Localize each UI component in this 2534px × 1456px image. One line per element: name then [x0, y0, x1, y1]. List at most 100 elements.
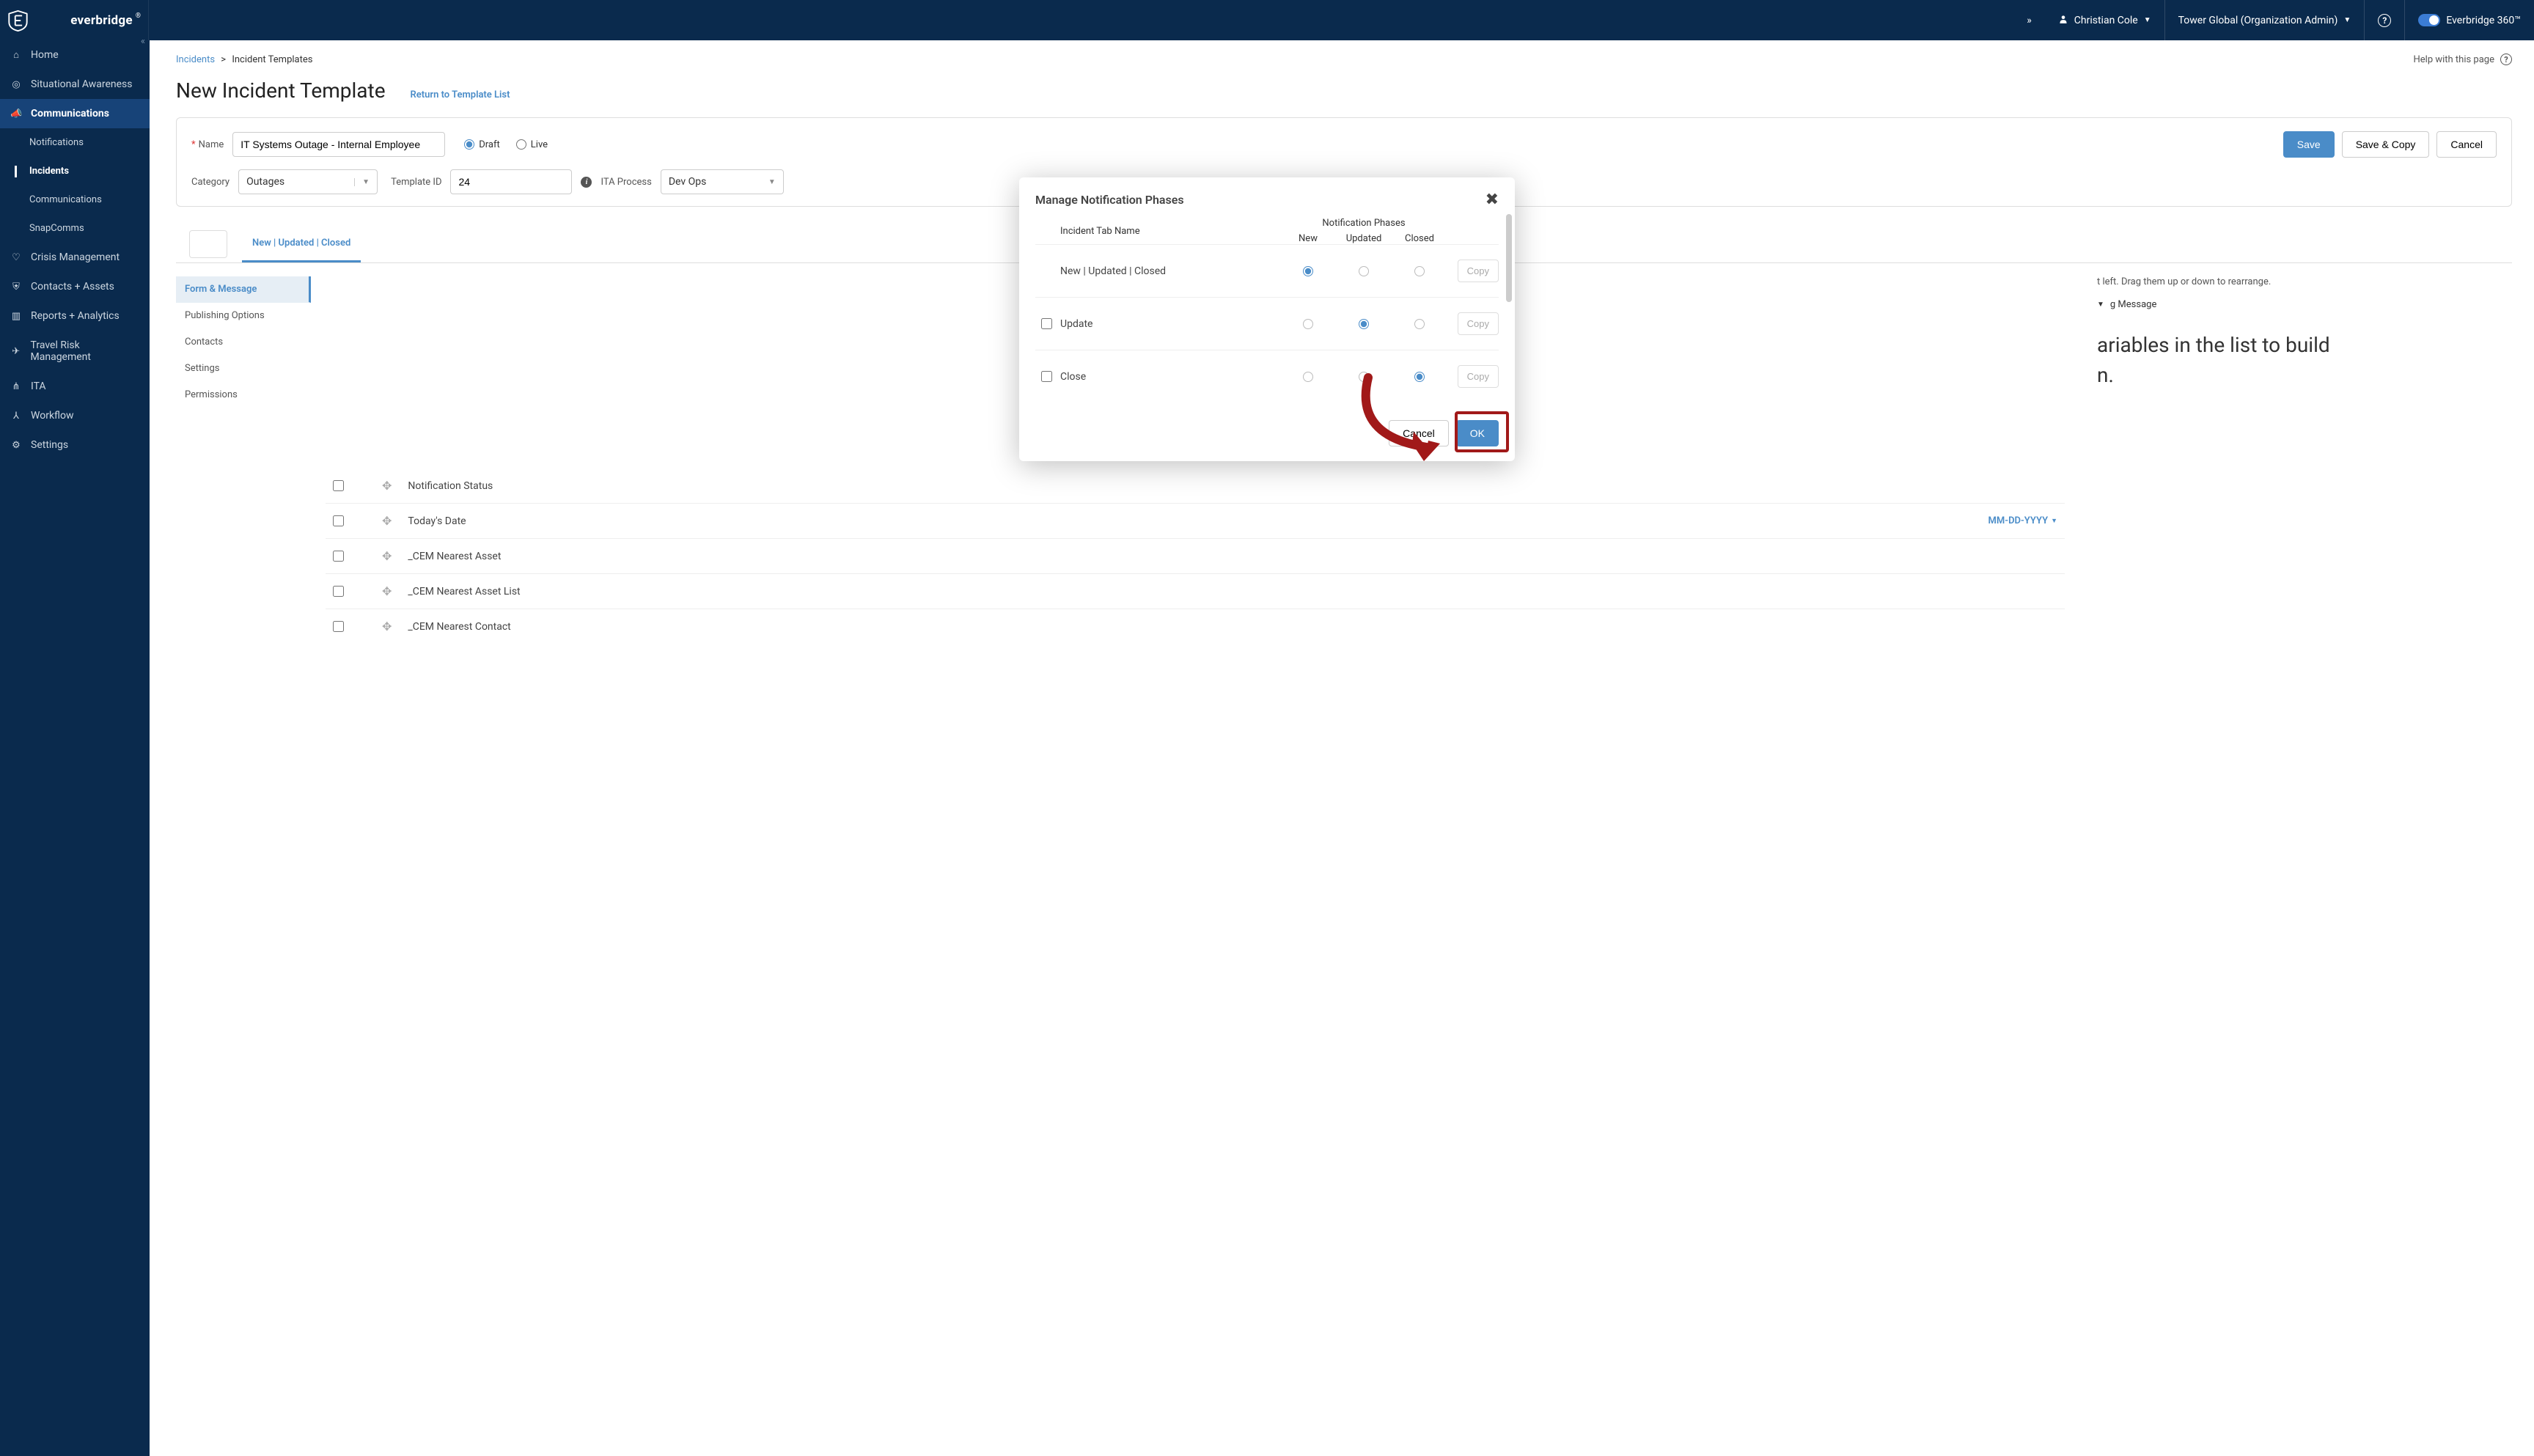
phase-closed-radio[interactable] — [1414, 319, 1425, 329]
nav-situational-awareness[interactable]: ◎Situational Awareness — [0, 70, 150, 99]
category-select[interactable]: Outages ▼ — [238, 169, 378, 194]
live-radio-input[interactable] — [516, 139, 526, 150]
save-button[interactable]: Save — [2283, 131, 2335, 158]
save-copy-button[interactable]: Save & Copy — [2342, 131, 2430, 158]
section-contacts[interactable]: Contacts — [176, 329, 311, 356]
user-icon — [2058, 14, 2068, 27]
page-title: New Incident Template — [176, 78, 386, 103]
modal-ok-button[interactable]: OK — [1456, 420, 1499, 446]
variable-checkbox[interactable] — [333, 480, 344, 491]
section-publishing[interactable]: Publishing Options — [176, 303, 311, 329]
nav-label: SnapComms — [29, 223, 84, 234]
page-title-row: New Incident Template Return to Template… — [176, 78, 2512, 103]
phase-updated-radio[interactable] — [1359, 266, 1369, 276]
section-form-message[interactable]: Form & Message — [176, 276, 311, 303]
section-settings[interactable]: Settings — [176, 356, 311, 382]
phase-updated-radio[interactable] — [1359, 372, 1369, 382]
drag-handle-icon[interactable]: ✥ — [382, 549, 392, 563]
breadcrumb: Incidents > Incident Templates — [176, 54, 312, 65]
phase-new-radio[interactable] — [1303, 266, 1313, 276]
ita-select[interactable]: Dev Ops ▼ — [661, 169, 784, 194]
cancel-button[interactable]: Cancel — [2436, 131, 2497, 158]
home-icon: ⌂ — [10, 49, 22, 61]
modal-title: Manage Notification Phases — [1035, 193, 1184, 207]
chevron-down-icon: ▼ — [2097, 301, 2104, 309]
nav-sub-communications[interactable]: Communications — [0, 185, 150, 214]
phase-row-checkbox[interactable] — [1041, 371, 1052, 382]
variable-checkbox[interactable] — [333, 515, 344, 526]
modal-close-button[interactable]: ✖ — [1485, 191, 1499, 209]
help-icon: ? — [2378, 14, 2391, 27]
suite-toggle-area: Everbridge 360™ — [2404, 0, 2534, 40]
help-icon: ? — [2500, 54, 2512, 65]
drag-handle-icon[interactable]: ✥ — [382, 514, 392, 528]
nav-home[interactable]: ⌂Home — [0, 40, 150, 70]
section-permissions[interactable]: Permissions — [176, 382, 311, 408]
user-menu[interactable]: Christian Cole ▼ — [2045, 0, 2164, 40]
variable-checkbox[interactable] — [333, 621, 344, 632]
nav-label: Communications — [29, 194, 102, 205]
nav-snapcomms[interactable]: SnapComms — [0, 214, 150, 243]
chevron-down-icon: ▼ — [768, 178, 776, 186]
phase-row: Update Copy — [1035, 297, 1499, 350]
tab-widget-button[interactable] — [189, 230, 227, 258]
copy-button[interactable]: Copy — [1458, 365, 1499, 388]
phase-updated-radio[interactable] — [1359, 319, 1369, 329]
drag-handle-icon[interactable]: ✥ — [382, 479, 392, 493]
help-with-page[interactable]: Help with this page ? — [2414, 54, 2513, 65]
nav-communications[interactable]: 📣Communications — [0, 99, 150, 128]
target-icon: ◎ — [10, 79, 22, 90]
breadcrumb-root[interactable]: Incidents — [176, 54, 215, 65]
name-input[interactable] — [232, 132, 445, 157]
brand-reg: ® — [136, 12, 141, 20]
nav-label: Workflow — [31, 410, 74, 422]
nav-settings[interactable]: ⚙Settings — [0, 430, 150, 460]
draft-radio-input[interactable] — [464, 139, 474, 150]
sidebar-collapse-button[interactable]: « — [141, 36, 145, 47]
chevron-down-icon: ▼ — [2144, 16, 2151, 24]
nav-notifications[interactable]: Notifications — [0, 128, 150, 157]
live-radio[interactable]: Live — [516, 139, 548, 150]
phase-new-radio[interactable] — [1303, 372, 1313, 382]
draft-radio[interactable]: Draft — [464, 139, 500, 150]
category-label: Category — [191, 177, 229, 188]
nav-travel-risk[interactable]: ✈Travel Risk Management — [0, 331, 150, 372]
topbar-expand-button[interactable]: » — [2027, 0, 2045, 40]
topbar-right: » Christian Cole ▼ Tower Global (Organiz… — [2027, 0, 2534, 40]
status-radio-group: Draft Live — [464, 139, 548, 150]
info-icon[interactable]: i — [581, 177, 592, 188]
rearrange-hint: t left. Drag them up or down to rearrang… — [2097, 276, 2512, 287]
help-button[interactable]: ? — [2364, 0, 2404, 40]
message-builder-panel: t left. Drag them up or down to rearrang… — [2079, 263, 2512, 644]
modal-footer: Cancel OK — [1019, 410, 1515, 461]
chevron-down-icon: ▼ — [2343, 16, 2351, 24]
nav-workflow[interactable]: ⅄Workflow — [0, 401, 150, 430]
nav-crisis-management[interactable]: ♡Crisis Management — [0, 243, 150, 272]
variable-checkbox[interactable] — [333, 586, 344, 597]
phase-new-radio[interactable] — [1303, 319, 1313, 329]
org-menu[interactable]: Tower Global (Organization Admin) ▼ — [2164, 0, 2365, 40]
drag-handle-icon[interactable]: ✥ — [382, 619, 392, 633]
variable-checkbox[interactable] — [333, 551, 344, 562]
tab-phase[interactable]: New | Updated | Closed — [242, 229, 361, 262]
date-format-dropdown[interactable]: MM-DD-YYYY ▼ — [1988, 515, 2057, 526]
barchart-icon: ▥ — [10, 311, 22, 322]
theme-toggle[interactable] — [2418, 14, 2440, 26]
manage-phases-modal: Manage Notification Phases ✖ Incident Ta… — [1019, 177, 1515, 461]
return-link[interactable]: Return to Template List — [411, 89, 510, 100]
nav-reports-analytics[interactable]: ▥Reports + Analytics — [0, 301, 150, 331]
modal-scrollbar[interactable] — [1505, 214, 1513, 417]
copy-button[interactable]: Copy — [1458, 312, 1499, 335]
nav-ita[interactable]: ⋔ITA — [0, 372, 150, 401]
phase-row-checkbox[interactable] — [1041, 318, 1052, 329]
phase-closed-radio[interactable] — [1414, 372, 1425, 382]
drag-handle-icon[interactable]: ✥ — [382, 584, 392, 598]
template-id-input[interactable] — [450, 169, 572, 194]
phase-closed-radio[interactable] — [1414, 266, 1425, 276]
nav-incidents[interactable]: Incidents — [0, 157, 150, 185]
modal-cancel-button[interactable]: Cancel — [1389, 420, 1449, 446]
nav-contacts-assets[interactable]: ⛨Contacts + Assets — [0, 272, 150, 301]
copy-button[interactable]: Copy — [1458, 260, 1499, 282]
phase-columns: Notification Phases New Updated Closed — [1280, 218, 1447, 244]
variable-row: ✥ Notification Status — [326, 468, 2065, 503]
